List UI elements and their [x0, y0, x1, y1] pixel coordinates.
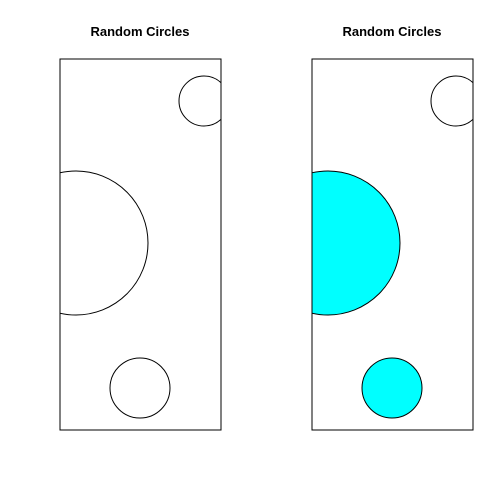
- panel-1-frame: [59, 58, 222, 431]
- panel-1-title: Random Circles: [91, 24, 190, 39]
- panel-1-circle-bottom: [109, 357, 171, 419]
- panel-2-title: Random Circles: [343, 24, 442, 39]
- panel-2-circles: [312, 75, 473, 419]
- panel-1-circles: [60, 75, 221, 419]
- panel-2-circle-middle-left: [312, 170, 401, 316]
- panel-1: Random Circles: [59, 24, 222, 431]
- panel-1-circle-middle-left: [60, 170, 149, 316]
- figure-canvas: Random Circles Random Circles: [59, 24, 474, 431]
- panel-2-circle-bottom: [361, 357, 423, 419]
- panel-2: Random Circles: [311, 24, 474, 431]
